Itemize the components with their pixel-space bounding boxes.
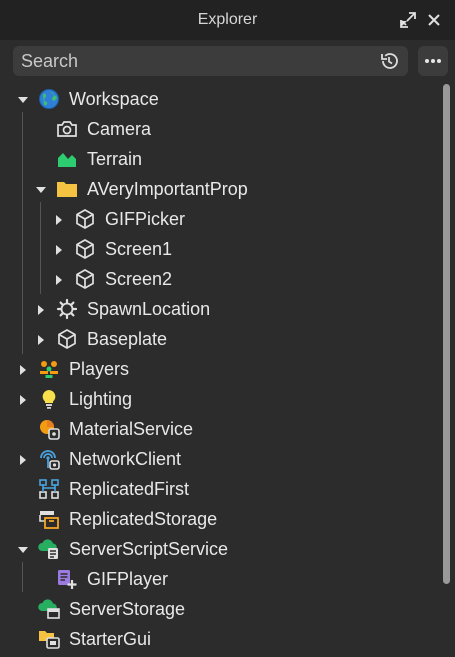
explorer-tree: Workspace Camera Terrain AVeryImportantP… (0, 84, 440, 657)
tree-item-materialservice[interactable]: MaterialService (0, 414, 440, 444)
material-service-icon (38, 418, 60, 440)
tree-item-label: Screen2 (105, 269, 173, 289)
expand-arrow-open-icon[interactable] (17, 93, 29, 105)
tree-item-label: Players (69, 359, 130, 379)
tree-item-gifplayer[interactable]: GIFPlayer (0, 564, 440, 594)
network-client-icon (38, 448, 60, 470)
replicated-storage-icon (38, 508, 60, 530)
tree-item-workspace[interactable]: Workspace (0, 84, 440, 114)
expand-arrow-closed-icon[interactable] (35, 303, 47, 315)
spawn-gear-icon (56, 298, 78, 320)
model-icon (74, 208, 96, 230)
tree-item-label: ServerStorage (69, 599, 186, 619)
model-icon (74, 268, 96, 290)
expand-arrow-open-icon[interactable] (17, 543, 29, 555)
expand-arrow-closed-icon[interactable] (17, 363, 29, 375)
tree-item-label: Workspace (69, 89, 159, 109)
tree-item-lighting[interactable]: Lighting (0, 384, 440, 414)
tree-item-gifpicker[interactable]: GIFPicker (0, 204, 440, 234)
panel-title: Explorer (197, 11, 258, 28)
tree-item-serverscriptservice[interactable]: ServerScriptService (0, 534, 440, 564)
expand-arrow-closed-icon[interactable] (17, 453, 29, 465)
history-icon[interactable] (378, 50, 400, 72)
expand-arrow-closed-icon[interactable] (53, 243, 65, 255)
tree-item-label: StarterGui (69, 629, 152, 649)
players-icon (38, 358, 60, 380)
search-input[interactable] (13, 46, 381, 76)
replicated-first-icon (38, 478, 60, 500)
tree-item-players[interactable]: Players (0, 354, 440, 384)
expand-arrow-closed-icon[interactable] (17, 393, 29, 405)
tree-item-baseplate[interactable]: Baseplate (0, 324, 440, 354)
tree-item-replicatedfirst[interactable]: ReplicatedFirst (0, 474, 440, 504)
script-icon (56, 568, 78, 590)
camera-icon (56, 118, 78, 140)
tree-item-label: ReplicatedFirst (69, 479, 190, 499)
server-storage-icon (38, 598, 60, 620)
close-icon[interactable] (424, 10, 444, 30)
expand-arrow-closed-icon[interactable] (35, 333, 47, 345)
terrain-icon (56, 148, 78, 170)
expand-arrow-closed-icon[interactable] (53, 273, 65, 285)
search-box (13, 46, 408, 76)
tree-item-label: MaterialService (69, 419, 194, 439)
server-script-service-icon (38, 538, 60, 560)
tree-item-label: Camera (87, 119, 152, 139)
tree-item-label: Lighting (69, 389, 133, 409)
tree-item-label: ServerScriptService (69, 539, 229, 559)
panel-titlebar: Explorer (0, 0, 455, 40)
starter-gui-icon (38, 628, 60, 650)
undock-icon[interactable] (398, 10, 418, 30)
more-options-icon (425, 59, 441, 63)
tree-item-label: Baseplate (87, 329, 168, 349)
expand-arrow-closed-icon[interactable] (53, 213, 65, 225)
folder-icon (56, 178, 78, 200)
tree-scrollbar[interactable] (441, 84, 451, 654)
model-icon (74, 238, 96, 260)
tree-item-screen2[interactable]: Screen2 (0, 264, 440, 294)
tree-item-label: AVeryImportantProp (87, 179, 248, 199)
search-row (0, 40, 455, 84)
tree-item-terrain[interactable]: Terrain (0, 144, 440, 174)
tree-item-label: NetworkClient (69, 449, 182, 469)
tree-item-spawnlocation[interactable]: SpawnLocation (0, 294, 440, 324)
workspace-globe-icon (38, 88, 60, 110)
model-icon (56, 328, 78, 350)
tree-item-screen1[interactable]: Screen1 (0, 234, 440, 264)
more-options-button[interactable] (418, 46, 448, 76)
lightbulb-icon (38, 388, 60, 410)
tree-item-camera[interactable]: Camera (0, 114, 440, 144)
tree-item-networkclient[interactable]: NetworkClient (0, 444, 440, 474)
tree-item-label: GIFPlayer (87, 569, 169, 589)
expand-arrow-open-icon[interactable] (35, 183, 47, 195)
tree-item-label: GIFPicker (105, 209, 186, 229)
tree-item-replicatedstorage[interactable]: ReplicatedStorage (0, 504, 440, 534)
tree-item-serverstorage[interactable]: ServerStorage (0, 594, 440, 624)
tree-item-label: ReplicatedStorage (69, 509, 218, 529)
scrollbar-thumb[interactable] (443, 84, 450, 584)
tree-item-startergui[interactable]: StarterGui (0, 624, 440, 654)
tree-item-label: Terrain (87, 149, 143, 169)
tree-item-label: Screen1 (105, 239, 173, 259)
tree-item-label: SpawnLocation (87, 299, 211, 319)
tree-item-averyimportantprop[interactable]: AVeryImportantProp (0, 174, 440, 204)
